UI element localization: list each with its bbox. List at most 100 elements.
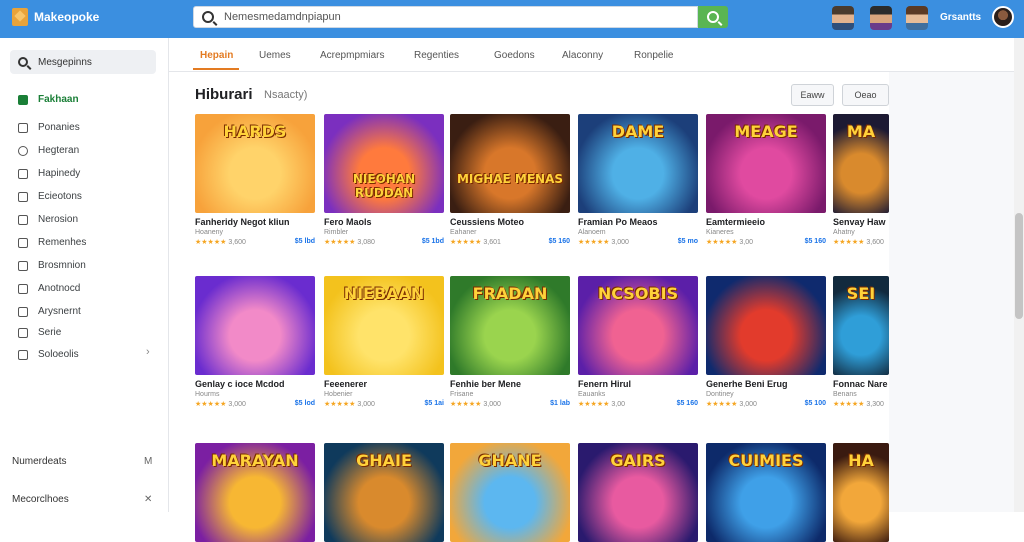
sidebar-item-4[interactable]: Ecieotons	[18, 191, 82, 202]
game-price[interactable]: $5 mo	[678, 238, 698, 246]
search-input[interactable]	[224, 11, 684, 23]
game-price[interactable]: $5 160	[805, 238, 826, 246]
game-thumbnail[interactable]	[706, 276, 826, 375]
game-title[interactable]: Fero Maols	[324, 217, 444, 227]
tab-5[interactable]: Alaconny	[562, 50, 603, 61]
game-thumbnail[interactable]: HA	[833, 443, 889, 542]
game-card[interactable]: DAME Framian Po Meaos Alanoem ★★★★★ 3,000 $5 …	[578, 114, 698, 246]
sidebar-item-8[interactable]: Anotnocd	[18, 283, 80, 294]
game-price[interactable]: $5 1ai	[425, 400, 444, 408]
game-price[interactable]: $5 1bd	[422, 238, 444, 246]
game-card[interactable]: GHAIE	[324, 443, 444, 542]
game-meta: ★★★★★ 3,080 $5 1bd	[324, 238, 444, 246]
game-thumbnail[interactable]: GHANE	[450, 443, 570, 542]
tab-1[interactable]: Uemes	[259, 50, 291, 61]
tab-6[interactable]: Ronpelie	[634, 50, 673, 61]
game-art-title: GAIRS	[610, 451, 666, 470]
game-card[interactable]: MA Senvay Haw Ahatny ★★★★★ 3,600	[833, 114, 889, 246]
game-card[interactable]: CUIMIES	[706, 443, 826, 542]
sidebar-item-5[interactable]: Nerosion	[18, 214, 78, 225]
game-thumbnail[interactable]: HARDS	[195, 114, 315, 213]
app-logo[interactable]: Makeopoke	[12, 8, 99, 26]
game-thumbnail[interactable]: MARAYAN	[195, 443, 315, 542]
game-card[interactable]: NIEOHAN RUDDAN Fero Maols Rimbler ★★★★★ 3,08…	[324, 114, 444, 246]
game-card[interactable]: GHANE	[450, 443, 570, 542]
game-thumbnail[interactable]: GHAIE	[324, 443, 444, 542]
game-price[interactable]: $1 lab	[550, 400, 570, 408]
game-thumbnail[interactable]: GAIRS	[578, 443, 698, 542]
sidebar-footer-item-0[interactable]: Numerdeats	[12, 456, 66, 467]
friend-avatar-2[interactable]	[870, 6, 892, 30]
game-card[interactable]: MEAGE Eamtermieeio Kianeres ★★★★★ 3,00 $5 160	[706, 114, 826, 246]
game-thumbnail[interactable]: SEI	[833, 276, 889, 375]
game-card[interactable]: MARAYAN	[195, 443, 315, 542]
game-price[interactable]: $5 lod	[295, 400, 315, 408]
game-card[interactable]: GAIRS	[578, 443, 698, 542]
game-title[interactable]: Genlay c ioce Mcdod	[195, 379, 315, 389]
pin-icon[interactable]: M	[144, 456, 152, 467]
rating-count: 3,600	[866, 239, 884, 246]
game-art-title: HARDS	[223, 122, 287, 141]
game-card[interactable]: NCSOBIS Fenern Hirul Eauanks ★★★★★ 3,00 $5 16…	[578, 276, 698, 408]
tab-4[interactable]: Goedons	[494, 50, 535, 61]
close-icon[interactable]: ✕	[144, 494, 152, 505]
sidebar-item-2[interactable]: Hegteran	[18, 145, 79, 156]
sidebar-item-0[interactable]: Fakhaan	[18, 94, 79, 105]
game-price[interactable]: $5 160	[677, 400, 698, 408]
game-title[interactable]: Fanheridy Negot kliun	[195, 217, 315, 227]
game-title[interactable]: Senvay Haw	[833, 217, 889, 227]
game-price[interactable]: $5 160	[549, 238, 570, 246]
game-thumbnail[interactable]: NIEBAAN	[324, 276, 444, 375]
game-thumbnail[interactable]: MEAGE	[706, 114, 826, 213]
profile-avatar[interactable]	[992, 6, 1014, 28]
game-card[interactable]: MIGHAE MENAS Ceussiens Moteo Eahaner ★★★★★ 3…	[450, 114, 570, 246]
game-title[interactable]: Feeenerer	[324, 379, 444, 389]
search-button[interactable]	[698, 6, 728, 28]
game-card[interactable]: NIEBAAN Feeenerer Hobenier ★★★★★ 3,000 $5 1ai	[324, 276, 444, 408]
friend-avatar-1[interactable]	[832, 6, 854, 30]
friend-avatar-3[interactable]	[906, 6, 928, 30]
scrollbar[interactable]	[1014, 38, 1024, 512]
sidebar-item-6[interactable]: Remenhes	[18, 237, 86, 248]
game-thumbnail[interactable]	[195, 276, 315, 375]
game-thumbnail[interactable]: DAME	[578, 114, 698, 213]
game-card[interactable]: HARDS Fanheridy Negot kliun Hoaneny ★★★★★ 3,…	[195, 114, 315, 246]
game-title[interactable]: Generhe Beni Erug	[706, 379, 826, 389]
user-name[interactable]: Grsantts	[940, 12, 981, 23]
game-title[interactable]: Ceussiens Moteo	[450, 217, 570, 227]
game-thumbnail[interactable]: NCSOBIS	[578, 276, 698, 375]
tab-3[interactable]: Regenties	[414, 50, 459, 61]
game-title[interactable]: Fenern Hirul	[578, 379, 698, 389]
sidebar-item-7[interactable]: Brosmnion	[18, 260, 86, 271]
game-card[interactable]: HA	[833, 443, 889, 542]
sidebar-item-3[interactable]: Hapinedy	[18, 168, 80, 179]
game-price[interactable]: $5 lbd	[295, 238, 315, 246]
sidebar-item-1[interactable]: Ponanies	[18, 122, 80, 133]
star-rating: ★★★★★ 3,601	[450, 239, 501, 246]
scrollbar-thumb[interactable]	[1015, 213, 1023, 319]
game-title[interactable]: Fonnac Nare	[833, 379, 889, 389]
game-thumbnail[interactable]: NIEOHAN RUDDAN	[324, 114, 444, 213]
game-thumbnail[interactable]: MA	[833, 114, 889, 213]
game-card[interactable]: Genlay c ioce Mcdod Hourms ★★★★★ 3,000 $5 lo…	[195, 276, 315, 408]
game-title[interactable]: Fenhie ber Mene	[450, 379, 570, 389]
game-title[interactable]: Framian Po Meaos	[578, 217, 698, 227]
chevron-right-icon[interactable]: ›	[146, 346, 150, 358]
tab-2[interactable]: Acrepmpmiars	[320, 50, 384, 61]
view-button[interactable]: Eaww	[791, 84, 834, 106]
sidebar-footer-item-1[interactable]: Mecorclhoes	[12, 494, 69, 505]
sidebar-search[interactable]: Mesgepinns	[10, 50, 156, 74]
game-card[interactable]: Generhe Beni Erug Dontiney ★★★★★ 3,000 $5 10…	[706, 276, 826, 408]
game-card[interactable]: SEI Fonnac Nare Benans ★★★★★ 3,300	[833, 276, 889, 408]
game-thumbnail[interactable]: MIGHAE MENAS	[450, 114, 570, 213]
sort-button[interactable]: Oeao	[842, 84, 889, 106]
sidebar-item-11[interactable]: Soloeolis	[18, 349, 79, 360]
game-title[interactable]: Eamtermieeio	[706, 217, 826, 227]
game-thumbnail[interactable]: FRADAN	[450, 276, 570, 375]
sidebar-item-9[interactable]: Arysnernt	[18, 306, 81, 317]
sidebar-item-10[interactable]: Serie	[18, 327, 61, 338]
game-price[interactable]: $5 100	[805, 400, 826, 408]
game-card[interactable]: FRADAN Fenhie ber Mene Frisane ★★★★★ 3,000 $1…	[450, 276, 570, 408]
tab-0[interactable]: Hepain	[200, 50, 233, 61]
game-thumbnail[interactable]: CUIMIES	[706, 443, 826, 542]
